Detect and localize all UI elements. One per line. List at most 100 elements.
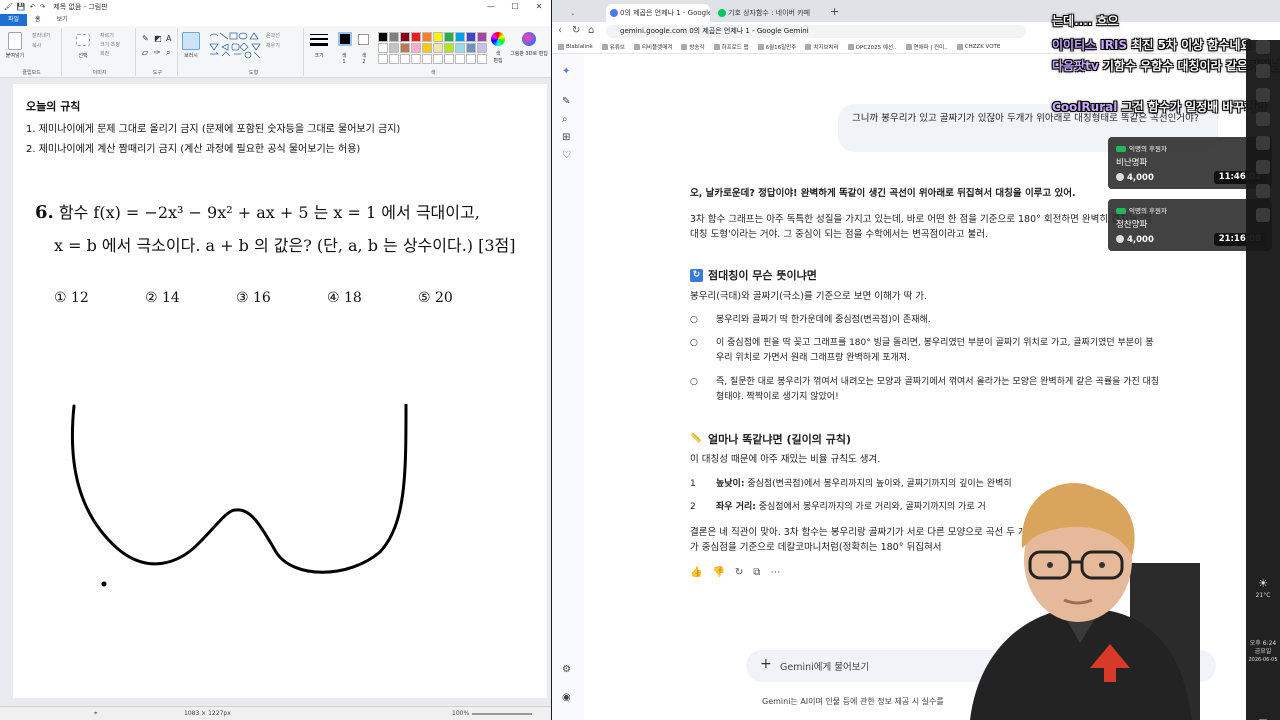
shapes-gallery-icon[interactable] — [208, 32, 264, 60]
profile-avatar[interactable]: ◉ — [562, 692, 571, 703]
home-icon[interactable]: ⌂ — [588, 25, 594, 36]
tab-naver-title: 기호 상자함수 : 네이버 카페 — [728, 9, 811, 17]
zoom-slider[interactable] — [472, 713, 532, 715]
brush-icon[interactable] — [182, 32, 200, 50]
settings-icon[interactable]: ⚙ — [562, 664, 571, 675]
size-line-thin — [310, 34, 328, 35]
minimize-button[interactable]: — — [479, 0, 503, 14]
eraser-icon[interactable]: ▱ — [142, 48, 148, 57]
color1-swatch[interactable] — [338, 32, 352, 46]
size-button[interactable]: 크기 — [306, 52, 332, 59]
bookmark-item[interactable]: 유튜브 — [601, 43, 625, 51]
section1-title: 점대칭이 무슨 뜻이냐면 — [708, 269, 817, 282]
bookmark-item[interactable]: 하프로드 맵 — [713, 43, 749, 51]
weather-icon[interactable]: ☀ — [1246, 578, 1280, 589]
pencil-icon[interactable]: ✎ — [142, 34, 149, 43]
close-button[interactable]: ✕ — [527, 0, 551, 14]
maximize-button[interactable]: ☐ — [503, 0, 527, 14]
bookmark-label: 유튜브 — [609, 44, 625, 51]
donor-name: 비난명파 — [1116, 158, 1148, 168]
shapes-group: 윤곽선 채우기 도형 — [204, 28, 304, 76]
resize-button[interactable]: 크기 조정 — [100, 41, 120, 48]
choice-4: ④ 18 — [327, 290, 362, 306]
back-icon[interactable]: ‹ — [558, 25, 562, 36]
size-line-thick — [310, 43, 328, 46]
thumbs-down-icon[interactable]: 👎 — [712, 567, 724, 578]
taskbar-app-icon[interactable] — [1256, 112, 1270, 126]
ruler-icon: 📏 — [690, 433, 703, 444]
bookmark-label: 6월16일만주 — [765, 44, 797, 51]
prompt-placeholder[interactable]: Gemini에게 물어보기 — [780, 659, 869, 673]
tab-view[interactable]: 보기 — [49, 14, 76, 26]
tab-home[interactable]: 홈 — [27, 14, 49, 26]
choice-3: ③ 16 — [236, 290, 271, 306]
bookmark-item[interactable]: Blablalink — [558, 43, 593, 50]
bookmark-item[interactable]: 연애파 | 컨미.. — [905, 43, 948, 51]
regenerate-icon[interactable]: ↻ — [735, 567, 743, 578]
size-line-medium — [310, 38, 328, 40]
select-button[interactable]: 선택 — [70, 52, 96, 59]
bookmark-item[interactable]: OPC2025 예선.. — [847, 43, 897, 51]
select-icon[interactable] — [76, 34, 90, 46]
clock-time[interactable]: 오후 6:24 — [1246, 640, 1280, 648]
brush-button[interactable]: 브러시 — [180, 52, 202, 59]
donation-amount: 4,000 — [1116, 173, 1154, 183]
bookmark-item[interactable]: 치지브치러 — [805, 43, 839, 51]
paint-canvas[interactable]: 오늘의 규칙 1. 제미나이에게 문제 그대로 올리기 금지 (문제에 포함된 … — [13, 84, 547, 698]
gemini-logo-icon[interactable]: ✦ — [562, 66, 570, 77]
bookmark-item[interactable]: 방송작 — [681, 43, 705, 51]
rotate-button[interactable]: 회전 — [100, 50, 109, 57]
bookmark-item[interactable]: 티비플랫매겨 — [633, 43, 672, 51]
magnifier-icon[interactable]: ⌕ — [166, 48, 170, 58]
fill-dropdown[interactable]: 채우기 — [266, 42, 280, 49]
search-icon[interactable]: ⌕ — [562, 114, 568, 125]
fill-icon[interactable]: ◩ — [154, 34, 162, 43]
reload-icon[interactable]: ↻ — [572, 25, 580, 36]
bookmark-item[interactable]: CHZZK VOTE — [956, 43, 1000, 50]
tab-search-icon[interactable]: ⌄ — [556, 4, 574, 22]
tab-gemini[interactable]: 0의 제곱은 언제나 1 - Google G — [606, 4, 710, 22]
chat-line-3: 이이티스 IRIS 최진 5차 이상 함수네요 — [1052, 36, 1252, 53]
bookmark-favicon — [757, 43, 764, 50]
more-options-icon[interactable]: ⋯ — [770, 567, 780, 578]
paste-icon[interactable] — [8, 32, 22, 50]
add-attachment-icon[interactable]: + — [760, 656, 772, 672]
paint3d-icon[interactable] — [522, 32, 536, 46]
tab-naver-cafe[interactable]: 기호 상자함수 : 네이버 카페 — [714, 4, 824, 22]
taskbar-app-icon[interactable] — [1256, 64, 1270, 78]
omnibox[interactable]: gemini.google.com 0의 제곱은 언제나 1 - Google … — [606, 25, 1026, 38]
copy-icon[interactable]: ⧉ — [753, 567, 760, 578]
color2-swatch[interactable] — [358, 34, 369, 45]
donor-badge: 익명의 후원자 — [1116, 205, 1167, 215]
cut-button[interactable]: 잘라내기 — [32, 32, 50, 39]
ribbon: 붙여넣기 잘라내기 복사 클립보드 선택 자르기 크기 조정 회전 이미지 ✎ … — [0, 26, 551, 78]
bookmark-favicon — [847, 43, 854, 50]
paint3d-button[interactable]: 그림판 3D로 편집 — [510, 50, 548, 57]
gems-icon[interactable]: ⊞ — [562, 132, 570, 143]
edit-colors-icon[interactable] — [491, 32, 505, 46]
new-tab-icon[interactable]: + — [830, 5, 839, 18]
redo-icon[interactable]: ↷ — [39, 3, 45, 11]
edit-colors-button[interactable]: 색 편집 — [488, 50, 508, 64]
save-icon[interactable]: 💾 — [17, 3, 26, 11]
taskbar-app-icon[interactable] — [1256, 88, 1270, 102]
undo-icon[interactable]: ↶ — [30, 3, 36, 11]
taskbar-app-icon[interactable] — [1256, 40, 1270, 54]
tab-file[interactable]: 파일 — [0, 14, 28, 26]
taskbar-app-icon[interactable] — [1256, 208, 1270, 222]
bookmark-item[interactable]: 6월16일만주 — [757, 43, 797, 51]
thumbs-up-icon[interactable]: 👍 — [690, 567, 702, 578]
taskbar-app-icon[interactable] — [1256, 160, 1270, 174]
outline-dropdown[interactable]: 윤곽선 — [266, 32, 280, 39]
paste-button[interactable]: 붙여넣기 — [2, 52, 28, 59]
crop-button[interactable]: 자르기 — [100, 32, 114, 39]
color-picker-icon[interactable]: ✑ — [154, 48, 161, 57]
taskbar-app-icon[interactable] — [1256, 136, 1270, 150]
disclaimer: Gemini는 AI이며 인물 등에 관한 정보 제공 시 실수를 — [762, 697, 944, 706]
donor-name: 정찬양파 — [1116, 220, 1148, 230]
taskbar-app-icon[interactable] — [1256, 184, 1270, 198]
text-icon[interactable]: A — [166, 34, 171, 43]
saved-icon[interactable]: ♡ — [562, 150, 571, 161]
new-chat-icon[interactable]: ✎ — [562, 96, 570, 107]
copy-button[interactable]: 복사 — [32, 42, 41, 49]
